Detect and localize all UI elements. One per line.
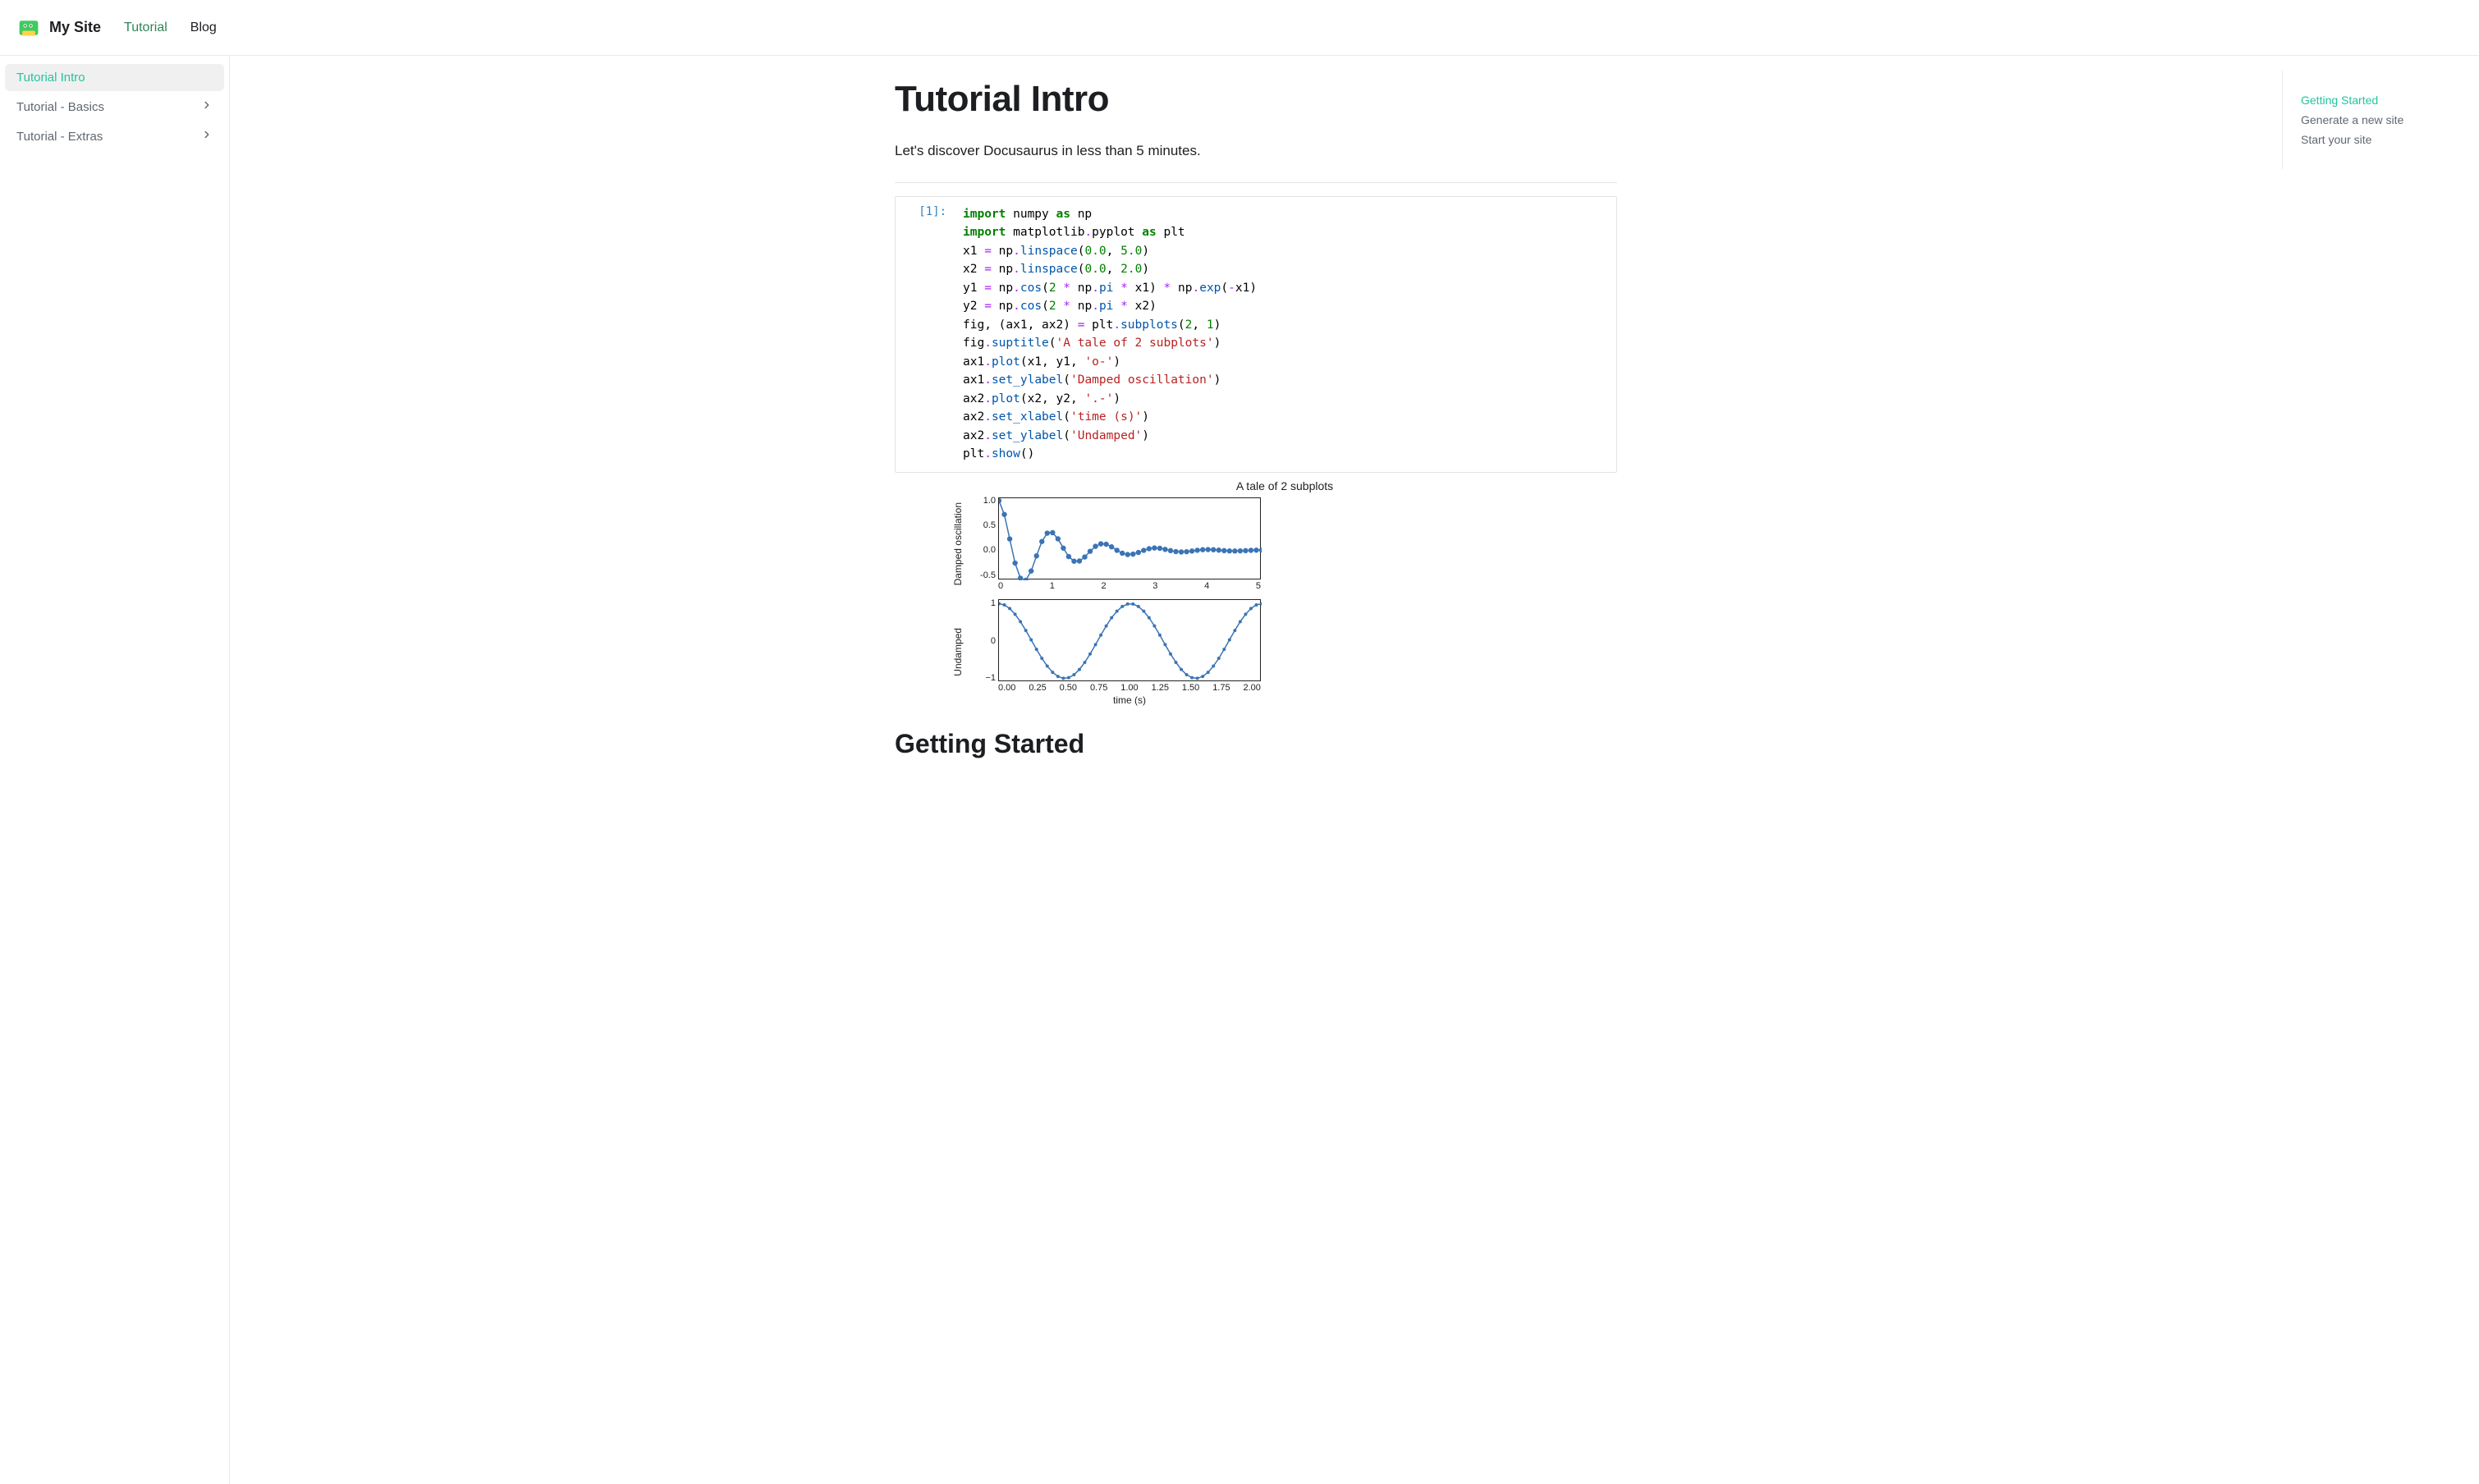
sidebar-item-label: Tutorial - Extras — [16, 130, 103, 144]
code-cell: [1]: import numpy as npimport matplotlib… — [895, 196, 1617, 473]
chevron-right-icon — [201, 99, 213, 114]
nav-link-tutorial[interactable]: Tutorial — [124, 21, 167, 35]
sidebar: Tutorial Intro Tutorial - Basics Tutoria… — [0, 56, 230, 1484]
brand[interactable]: My Site — [16, 16, 101, 40]
plot1-svg — [999, 498, 1262, 580]
toc: Getting Started Generate a new site Star… — [2282, 71, 2479, 169]
heading-getting-started: Getting Started — [895, 729, 1617, 759]
toc-item-start[interactable]: Start your site — [2294, 130, 2468, 149]
plot-suptitle: A tale of 2 subplots — [952, 479, 1617, 492]
navbar: My Site Tutorial Blog — [0, 0, 2479, 56]
nav-link-blog[interactable]: Blog — [190, 21, 217, 35]
nav-links: Tutorial Blog — [124, 21, 217, 35]
plot2-xlabel: time (s) — [998, 694, 1261, 706]
main-content: Tutorial Intro Let's discover Docusaurus… — [862, 56, 1650, 1484]
plot2-ylabel: Undamped — [952, 628, 964, 676]
toc-item-generate[interactable]: Generate a new site — [2294, 110, 2468, 130]
chevron-right-icon — [201, 129, 213, 144]
sidebar-item-tutorial-extras[interactable]: Tutorial - Extras — [5, 122, 224, 150]
plot1-axes: -0.50.00.51.0 — [998, 497, 1261, 579]
sidebar-item-label: Tutorial Intro — [16, 71, 85, 85]
plot2-axes: −101 — [998, 599, 1261, 681]
plot2-svg — [999, 600, 1262, 682]
page-title: Tutorial Intro — [895, 79, 1617, 120]
cell-prompt: [1]: — [896, 197, 953, 472]
toc-item-getting-started[interactable]: Getting Started — [2294, 90, 2468, 110]
plot-output: A tale of 2 subplots Damped oscillation … — [952, 479, 1617, 706]
sidebar-item-tutorial-intro[interactable]: Tutorial Intro — [5, 64, 224, 91]
sidebar-item-label: Tutorial - Basics — [16, 100, 104, 114]
sidebar-item-tutorial-basics[interactable]: Tutorial - Basics — [5, 93, 224, 121]
divider — [895, 182, 1617, 183]
site-title: My Site — [49, 19, 101, 36]
plot1-ylabel: Damped oscillation — [952, 502, 964, 585]
logo-icon — [16, 16, 41, 40]
code-body[interactable]: import numpy as npimport matplotlib.pypl… — [953, 197, 1616, 472]
page-lead: Let's discover Docusaurus in less than 5… — [895, 143, 1617, 159]
